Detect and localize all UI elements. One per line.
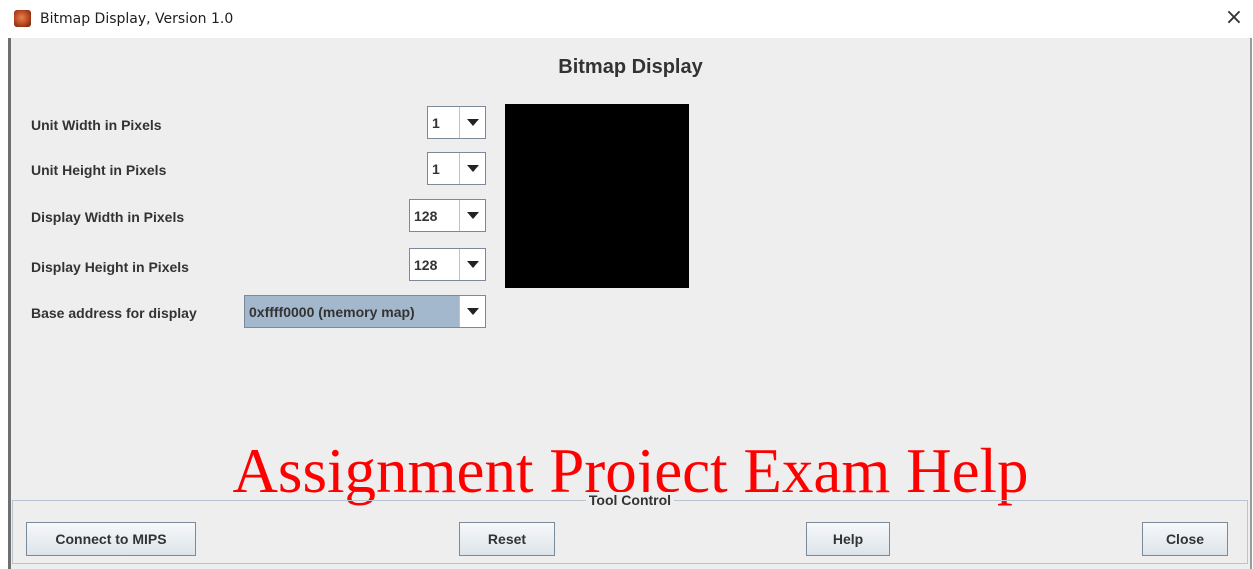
chevron-down-icon[interactable] xyxy=(459,153,485,184)
connect-to-mips-button[interactable]: Connect to MIPS xyxy=(26,522,196,556)
display-width-combo[interactable]: 128 xyxy=(409,199,486,232)
unit-height-value: 1 xyxy=(432,161,440,177)
close-window-icon[interactable]: × xyxy=(1221,5,1247,31)
display-height-combo[interactable]: 128 xyxy=(409,248,486,281)
bitmap-display-panel: Bitmap Display Unit Width in Pixels 1 Un… xyxy=(11,38,1250,569)
window-title: Bitmap Display, Version 1.0 xyxy=(40,11,234,27)
chevron-down-icon[interactable] xyxy=(459,296,485,327)
unit-width-value: 1 xyxy=(432,115,440,131)
unit-width-label: Unit Width in Pixels xyxy=(31,117,162,133)
close-button[interactable]: Close xyxy=(1142,522,1228,556)
help-button[interactable]: Help xyxy=(806,522,890,556)
display-width-label: Display Width in Pixels xyxy=(31,209,185,225)
unit-height-combo[interactable]: 1 xyxy=(427,152,486,185)
chevron-down-icon[interactable] xyxy=(459,249,485,280)
chevron-down-icon[interactable] xyxy=(459,107,485,138)
tool-control-title: Tool Control xyxy=(585,492,675,508)
tool-control-group: Tool Control xyxy=(12,492,1248,564)
unit-height-label: Unit Height in Pixels xyxy=(31,162,167,178)
window-right-border xyxy=(1250,38,1252,569)
panel-heading: Bitmap Display xyxy=(558,56,703,78)
base-address-combo[interactable]: 0xffff0000 (memory map) xyxy=(244,295,486,328)
base-address-value: 0xffff0000 (memory map) xyxy=(249,304,415,320)
unit-width-combo[interactable]: 1 xyxy=(427,106,486,139)
display-width-value: 128 xyxy=(414,208,438,224)
base-address-label: Base address for display xyxy=(31,305,197,321)
display-height-value: 128 xyxy=(414,257,438,273)
reset-button[interactable]: Reset xyxy=(459,522,555,556)
display-height-label: Display Height in Pixels xyxy=(31,259,189,275)
chevron-down-icon[interactable] xyxy=(459,200,485,231)
bitmap-display-canvas xyxy=(505,104,689,288)
mars-app-icon xyxy=(14,10,31,27)
bitmap-display-window: Bitmap Display, Version 1.0 × Bitmap Dis… xyxy=(0,0,1253,569)
title-bar[interactable]: Bitmap Display, Version 1.0 × xyxy=(0,0,1253,38)
